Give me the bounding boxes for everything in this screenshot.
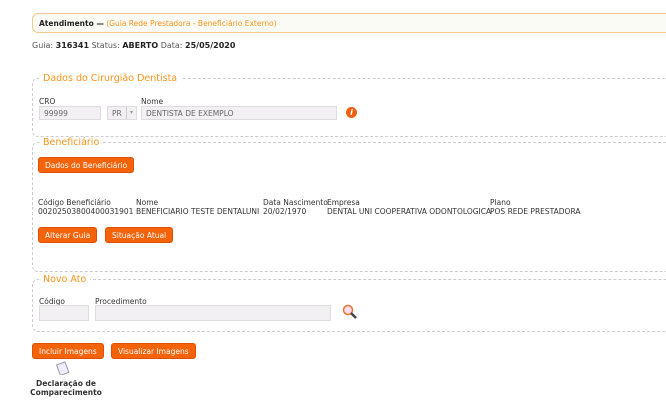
status-value: ABERTO	[122, 41, 159, 50]
date-value: 25/05/2020	[185, 41, 236, 50]
uf-value: PR	[112, 109, 122, 118]
declaracao-line1: Declaração de	[36, 379, 96, 388]
novo-ato-legend: Novo Ato	[43, 274, 87, 285]
incluir-imagens-button[interactable]: Incluir Imagens	[32, 343, 104, 359]
procedimento-input[interactable]	[95, 305, 331, 321]
beneficiario-col-empresa: Empresa DENTAL UNI COOPERATIVA ODONTOLOGI…	[327, 198, 491, 216]
beneficiario-legend: Beneficiário	[43, 137, 100, 148]
chevron-down-icon: ▾	[126, 107, 136, 119]
col-value: BENEFICIARIO TESTE DENTALUNI	[136, 207, 260, 216]
col-label: Data Nascimento	[263, 198, 328, 207]
nome-label: Nome	[141, 97, 164, 106]
beneficiario-col-nascimento: Data Nascimento 20/02/1970	[263, 198, 328, 216]
col-value: 20/02/1970	[263, 207, 307, 216]
document-icon[interactable]	[55, 361, 70, 377]
search-icon[interactable]	[342, 304, 358, 322]
beneficiario-col-plano: Plano POS REDE PRESTADORA	[490, 198, 581, 216]
alterar-guia-button[interactable]: Alterar Guia	[38, 227, 98, 243]
codigo-input[interactable]	[39, 305, 89, 321]
dentista-legend: Dados do Cirurgião Dentista	[43, 73, 178, 84]
beneficiario-col-codigo: Código Beneficiário 0020250380040003190​1	[38, 198, 133, 216]
col-label: Nome	[136, 198, 159, 207]
status-label: Status:	[91, 41, 120, 50]
col-label: Plano	[490, 198, 511, 207]
cro-label: CRO	[39, 97, 56, 106]
col-label: Empresa	[327, 198, 360, 207]
guia-label: Guia:	[32, 41, 54, 50]
header-title: Atendimento —	[39, 19, 104, 28]
uf-select[interactable]: PR ▾	[107, 106, 137, 120]
col-value: 0020250380040003190​1	[38, 207, 134, 216]
declaracao-line2: Comparecimento	[30, 388, 102, 397]
dentista-fieldset: Dados do Cirurgião Dentista	[32, 73, 666, 137]
header-subtitle: (Guia Rede Prestadora - Beneficiário Ext…	[106, 19, 277, 28]
col-label: Código Beneficiário	[38, 198, 111, 207]
visualizar-imagens-button[interactable]: Visualizar Imagens	[111, 343, 196, 359]
info-icon[interactable]: i	[346, 107, 357, 118]
cro-input[interactable]: 99999	[39, 106, 101, 120]
beneficiario-col-nome: Nome BENEFICIARIO TESTE DENTALUNI	[136, 198, 259, 216]
col-value: DENTAL UNI COOPERATIVA ODONTOLOGICA	[327, 207, 492, 216]
dados-beneficiario-button[interactable]: Dados do Beneficiário	[38, 157, 135, 173]
declaracao-comparecimento-link[interactable]: Declaração de Comparecimento	[30, 379, 102, 397]
situacao-atual-button[interactable]: Situação Atual	[105, 227, 174, 243]
date-label: Data:	[160, 41, 183, 50]
col-value: POS REDE PRESTADORA	[490, 207, 581, 216]
guia-info: Guia: 316341 Status: ABERTO Data: 25/05/…	[32, 41, 235, 50]
guia-number: 316341	[55, 41, 90, 50]
nome-input[interactable]: DENTISTA DE EXEMPLO	[141, 106, 337, 120]
page-header: Atendimento — (Guia Rede Prestadora - Be…	[32, 13, 666, 33]
